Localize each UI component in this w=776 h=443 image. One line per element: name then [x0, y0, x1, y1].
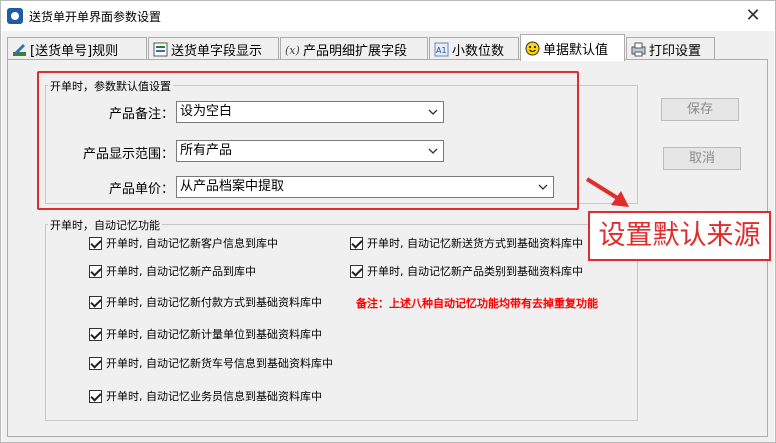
checkbox-remember-product-category[interactable]: 开单时, 自动记忆新产品类别到基础资料库中	[350, 263, 583, 279]
checkbox-label: 开单时, 自动记忆新计量单位到基础资料库中	[106, 328, 322, 341]
checkbox-box[interactable]	[89, 389, 102, 403]
checkbox-box[interactable]	[350, 236, 363, 250]
close-icon[interactable]: ✕	[741, 4, 765, 28]
decimal-icon: A1	[434, 42, 449, 56]
tab-field-display[interactable]: 送货单字段显示	[148, 37, 279, 60]
checkbox-label: 开单时, 自动记忆业务员信息到基础资料库中	[106, 390, 322, 403]
checkbox-remember-truck-number[interactable]: 开单时, 自动记忆新货车号信息到基础资料库中	[89, 355, 333, 371]
checkbox-box[interactable]	[89, 295, 102, 309]
svg-text:A1: A1	[436, 46, 447, 55]
checkbox-box[interactable]	[89, 264, 102, 278]
tab-product-extend[interactable]: (x) 产品明细扩展字段	[280, 37, 428, 60]
svg-text:(x): (x)	[285, 44, 300, 57]
tab-label: 送货单字段显示	[171, 43, 263, 59]
checkbox-remember-payment-method[interactable]: 开单时, 自动记忆新付款方式到基础资料库中	[89, 294, 322, 310]
checkbox-box[interactable]	[89, 356, 102, 370]
title-bar: 送货单开单界面参数设置 ✕	[1, 1, 775, 31]
tab-label: 小数位数	[452, 43, 505, 59]
tab-label: [送货单号]规则	[30, 43, 119, 59]
memory-group-label: 开单时，自动记忆功能	[48, 217, 162, 233]
dedupe-note: 备注：上述八种自动记忆功能均带有去掉重复功能	[356, 297, 598, 310]
function-icon: (x)	[285, 44, 300, 57]
save-button[interactable]: 保存	[661, 98, 739, 121]
checkbox-remember-unit[interactable]: 开单时, 自动记忆新计量单位到基础资料库中	[89, 326, 322, 342]
window-title: 送货单开单界面参数设置	[29, 10, 162, 24]
checkbox-label: 开单时, 自动记忆新产品类别到基础资料库中	[367, 265, 583, 278]
checkbox-remember-product[interactable]: 开单时, 自动记忆新产品到库中	[89, 263, 256, 279]
tab-label: 产品明细扩展字段	[303, 43, 408, 59]
app-icon	[7, 8, 23, 24]
checkbox-label: 开单时, 自动记忆新产品到库中	[106, 265, 256, 278]
tab-default-values[interactable]: 单据默认值	[520, 34, 625, 61]
tab-label: 单据默认值	[543, 42, 609, 58]
smiley-icon	[525, 41, 540, 55]
checkbox-remember-salesperson[interactable]: 开单时, 自动记忆业务员信息到基础资料库中	[89, 388, 322, 404]
tab-number-rule[interactable]: [送货单号]规则	[7, 37, 147, 60]
checkbox-remember-delivery-method[interactable]: 开单时, 自动记忆新送货方式到基础资料库中	[350, 235, 583, 251]
tab-label: 打印设置	[649, 43, 702, 59]
checkbox-box[interactable]	[89, 327, 102, 341]
checkbox-label: 开单时, 自动记忆新送货方式到基础资料库中	[367, 237, 583, 250]
cancel-button[interactable]: 取消	[663, 147, 741, 170]
arrow-icon	[585, 177, 629, 207]
checkbox-label: 开单时, 自动记忆新付款方式到基础资料库中	[106, 296, 322, 309]
checkbox-box[interactable]	[89, 236, 102, 250]
checkbox-label: 开单时, 自动记忆新客户信息到库中	[106, 237, 278, 250]
settings-window: 送货单开单界面参数设置 ✕ [送货单号]规则 送货单字段显示 (x) 产品明细扩…	[0, 0, 776, 443]
checkbox-box[interactable]	[350, 264, 363, 278]
fields-icon	[153, 42, 168, 56]
checkbox-remember-customer[interactable]: 开单时, 自动记忆新客户信息到库中	[89, 235, 278, 251]
tab-print-settings[interactable]: 打印设置	[626, 37, 715, 60]
checkbox-label: 开单时, 自动记忆新货车号信息到基础资料库中	[106, 357, 333, 370]
highlight-box	[37, 71, 579, 210]
pencil-ruler-icon	[13, 43, 26, 56]
printer-icon	[631, 42, 646, 56]
tab-decimals[interactable]: A1 小数位数	[429, 37, 519, 60]
annotation-callout: 设置默认来源	[588, 211, 771, 261]
